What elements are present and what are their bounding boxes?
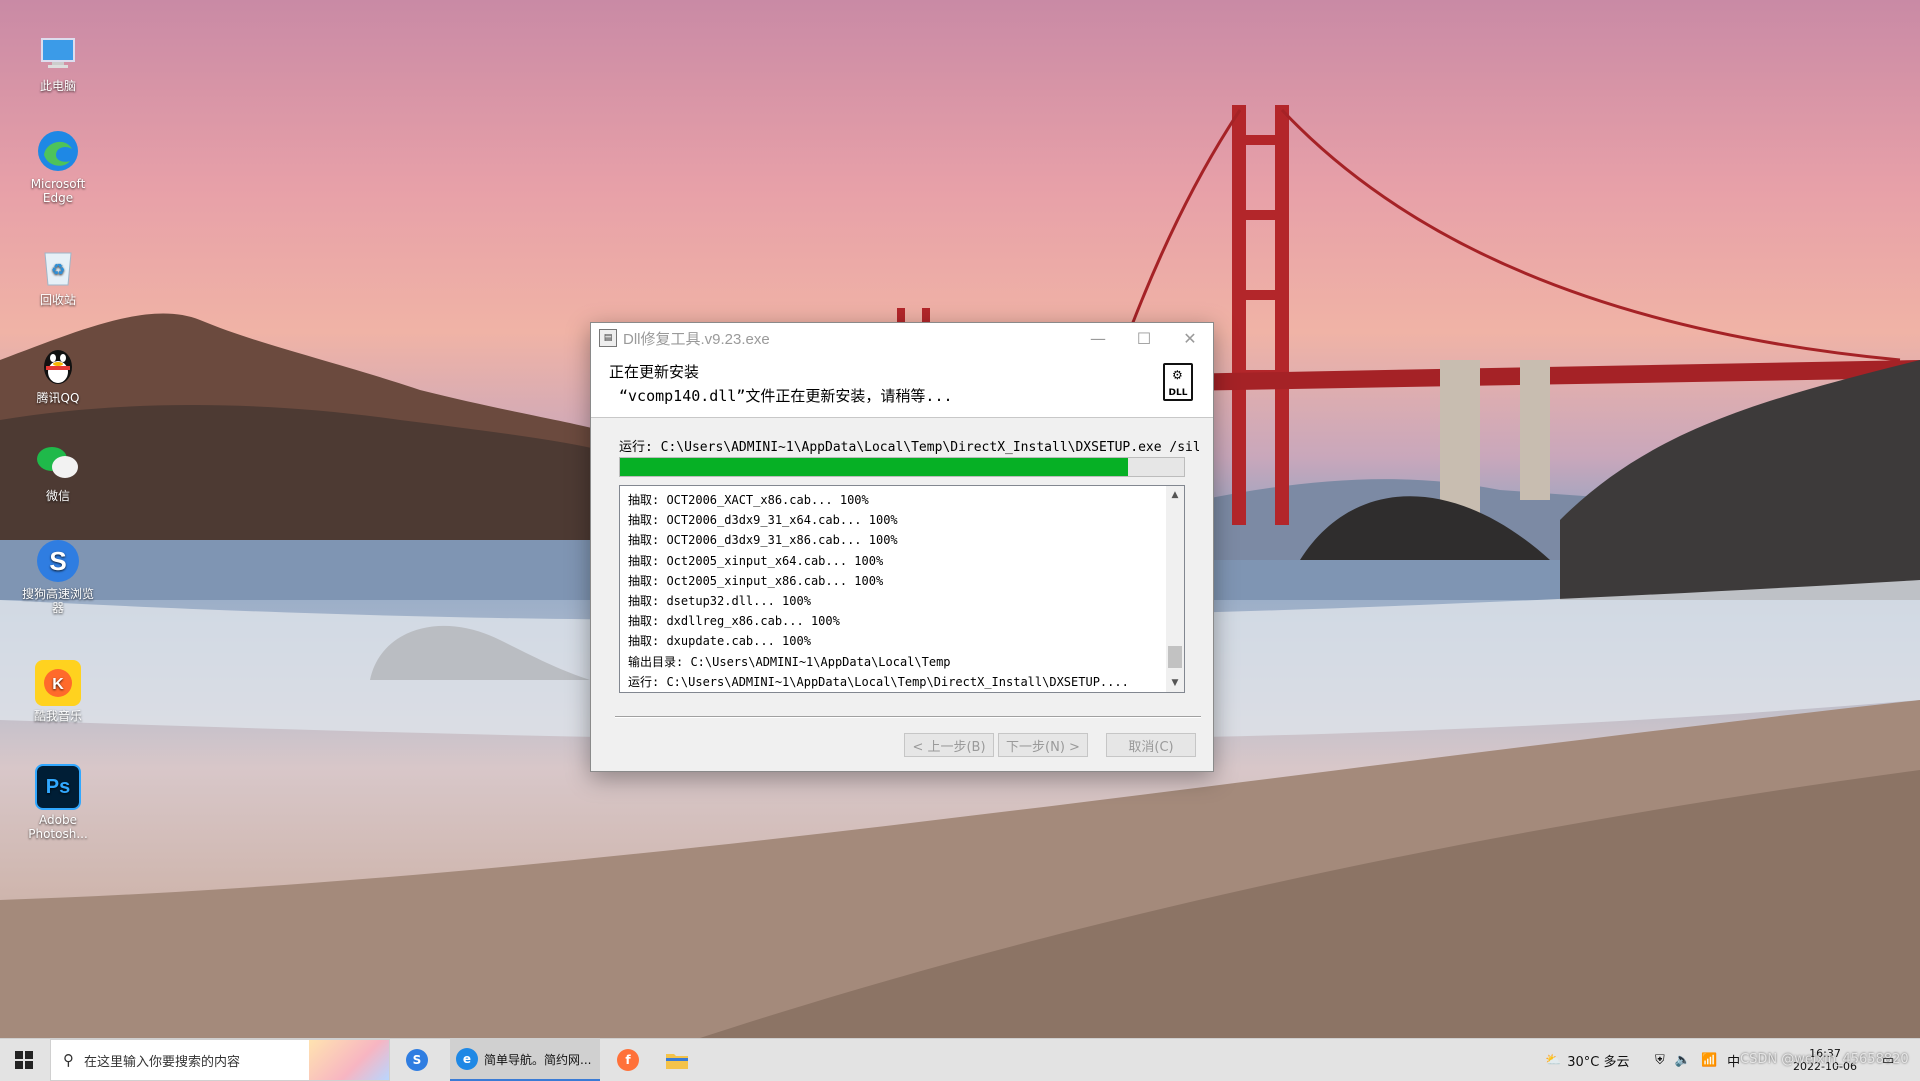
log-line: 抽取: Oct2005_xinput_x86.cab... 100% — [628, 573, 884, 588]
minimize-icon: — — [1090, 328, 1106, 348]
taskbar-window-label: 简单导航。简约网... — [484, 1052, 592, 1067]
desktop-icon-label: Microsoft Edge — [30, 177, 86, 205]
folder-icon — [666, 1054, 688, 1069]
search-highlight-image — [309, 1040, 389, 1080]
computer-icon — [35, 30, 81, 76]
log-line: 抽取: OCT2006_XACT_x86.cab... 100% — [628, 493, 869, 507]
svg-text:S: S — [49, 546, 66, 576]
security-shield-icon[interactable]: ⛨ — [1655, 1053, 1665, 1068]
edge-icon — [35, 128, 81, 174]
desktop-icon-label: Adobe Photosh... — [28, 813, 88, 841]
input-method-icon[interactable]: 中 — [1727, 1051, 1740, 1070]
desktop-icon-photoshop[interactable]: Ps Adobe Photosh... — [22, 764, 94, 841]
cancel-button[interactable]: 取消(C) — [1106, 733, 1196, 757]
install-progress-bar — [619, 457, 1185, 477]
volume-icon[interactable]: 🔈 — [1675, 1053, 1691, 1068]
wechat-icon — [35, 440, 81, 486]
log-line: 抽取: Oct2005_xinput_x64.cab... 100% — [628, 553, 884, 568]
gear-icon: ⚙ — [1172, 368, 1183, 382]
next-button[interactable]: 下一步(N) > — [998, 733, 1088, 757]
current-command-line: 运行: C:\Users\ADMINI~1\AppData\Local\Temp… — [619, 440, 1199, 455]
desktop-icon-qq[interactable]: 腾讯QQ — [22, 342, 94, 405]
taskbar-file-explorer[interactable] — [666, 1039, 688, 1081]
desktop-icon-sogou-browser[interactable]: S 搜狗高速浏览器 — [22, 538, 94, 615]
taskbar-search-box[interactable]: ⚲ 在这里输入你要搜索的内容 — [50, 1039, 390, 1081]
dll-icon-text: DLL — [1168, 388, 1188, 398]
start-button[interactable] — [0, 1039, 48, 1081]
notification-button[interactable]: ▭ — [1882, 1039, 1894, 1081]
desktop-icon-label: 酷我音乐 — [33, 709, 82, 723]
weather-text: 30°C 多云 — [1567, 1054, 1630, 1070]
desktop-icon-kuwo-music[interactable]: K 酷我音乐 — [22, 660, 94, 723]
log-line: 运行: C:\Users\ADMINI~1\AppData\Local\Temp… — [628, 674, 1129, 689]
cloud-sun-icon: ⛅ — [1545, 1052, 1562, 1068]
sogou-browser-icon: S — [406, 1049, 428, 1071]
system-tray: ⛨ 🔈 📶 中 — [1655, 1039, 1750, 1081]
minimize-button[interactable]: — — [1075, 323, 1121, 353]
desktop-icon-label: 此电脑 — [39, 79, 76, 93]
scroll-thumb[interactable] — [1168, 646, 1182, 668]
search-icon: ⚲ — [63, 1051, 74, 1069]
header-title: 正在更新安装 — [609, 363, 700, 381]
progress-fill — [620, 458, 1128, 476]
log-line: 抽取: OCT2006_d3dx9_31_x86.cab... 100% — [628, 533, 898, 548]
weather-widget[interactable]: ⛅ 30°C 多云 — [1545, 1039, 1629, 1081]
desktop-icon-edge[interactable]: Microsoft Edge — [22, 128, 94, 205]
install-log[interactable]: 抽取: OCT2006_XACT_x86.cab... 100% 抽取: OCT… — [619, 485, 1185, 693]
scroll-down-icon[interactable]: ▼ — [1166, 674, 1184, 692]
desktop-icon-this-pc[interactable]: 此电脑 — [22, 30, 94, 93]
notification-icon: ▭ — [1882, 1052, 1895, 1068]
back-button[interactable]: < 上一步(B) — [904, 733, 994, 757]
svg-text:♻: ♻ — [51, 260, 65, 279]
desktop-icon-label: 搜狗高速浏览器 — [22, 587, 95, 615]
log-lines: 抽取: OCT2006_XACT_x86.cab... 100% 抽取: OCT… — [628, 490, 1160, 692]
qq-icon — [35, 342, 81, 388]
taskbar-firefox[interactable]: f — [617, 1039, 639, 1081]
scroll-up-icon[interactable]: ▲ — [1166, 486, 1184, 504]
kuwo-music-icon: K — [35, 660, 81, 706]
dialog-header: 正在更新安装 “vcomp140.dll”文件正在更新安装，请稍等... ⚙ D… — [591, 353, 1213, 418]
edge-icon: e — [456, 1048, 478, 1070]
taskbar-edge-window[interactable]: e 简单导航。简约网... — [450, 1039, 600, 1081]
desktop-icon-wechat[interactable]: 微信 — [22, 440, 94, 503]
photoshop-icon: Ps — [35, 764, 81, 810]
close-button[interactable]: ✕ — [1167, 323, 1213, 353]
taskbar: ⚲ 在这里输入你要搜索的内容 S e 简单导航。简约网... f ⛅ 30°C … — [0, 1038, 1920, 1081]
log-line: 抽取: dxupdate.cab... 100% — [628, 634, 811, 649]
maximize-button[interactable]: ☐ — [1121, 323, 1167, 353]
log-scrollbar[interactable]: ▲ ▼ — [1166, 486, 1184, 692]
desktop-icon-label: 微信 — [45, 489, 70, 503]
button-separator — [615, 716, 1201, 718]
dialog-title: Dll修复工具.v9.23.exe — [623, 330, 770, 348]
dll-file-icon: ⚙ DLL — [1163, 363, 1193, 401]
header-subtitle: “vcomp140.dll”文件正在更新安装，请稍等... — [619, 387, 953, 405]
svg-text:K: K — [52, 676, 64, 693]
maximize-icon: ☐ — [1136, 328, 1152, 348]
sogou-browser-icon: S — [35, 538, 81, 584]
log-line: 抽取: dsetup32.dll... 100% — [628, 594, 811, 609]
desktop-icon-label: 腾讯QQ — [36, 391, 80, 405]
wifi-icon[interactable]: 📶 — [1701, 1053, 1717, 1068]
log-line: 抽取: dxdllreg_x86.cab... 100% — [628, 614, 840, 629]
installer-dialog: ▤ Dll修复工具.v9.23.exe — ☐ ✕ 正在更新安装 “vcomp1… — [590, 322, 1214, 772]
desktop-icon-recycle-bin[interactable]: ♻ 回收站 — [22, 244, 94, 307]
app-file-icon: ▤ — [599, 329, 617, 347]
close-icon: ✕ — [1183, 328, 1197, 348]
log-line: 抽取: OCT2006_d3dx9_31_x64.cab... 100% — [628, 513, 898, 528]
log-line: 输出目录: C:\Users\ADMINI~1\AppData\Local\Te… — [628, 654, 951, 669]
recycle-bin-icon: ♻ — [35, 244, 81, 290]
windows-logo-icon — [15, 1051, 33, 1069]
desktop-icon-label: 回收站 — [39, 293, 76, 307]
taskbar-sogou-browser[interactable]: S — [406, 1039, 428, 1081]
search-placeholder: 在这里输入你要搜索的内容 — [84, 1054, 241, 1070]
firefox-icon: f — [617, 1049, 639, 1071]
dialog-titlebar[interactable]: ▤ Dll修复工具.v9.23.exe — ☐ ✕ — [591, 323, 1213, 353]
